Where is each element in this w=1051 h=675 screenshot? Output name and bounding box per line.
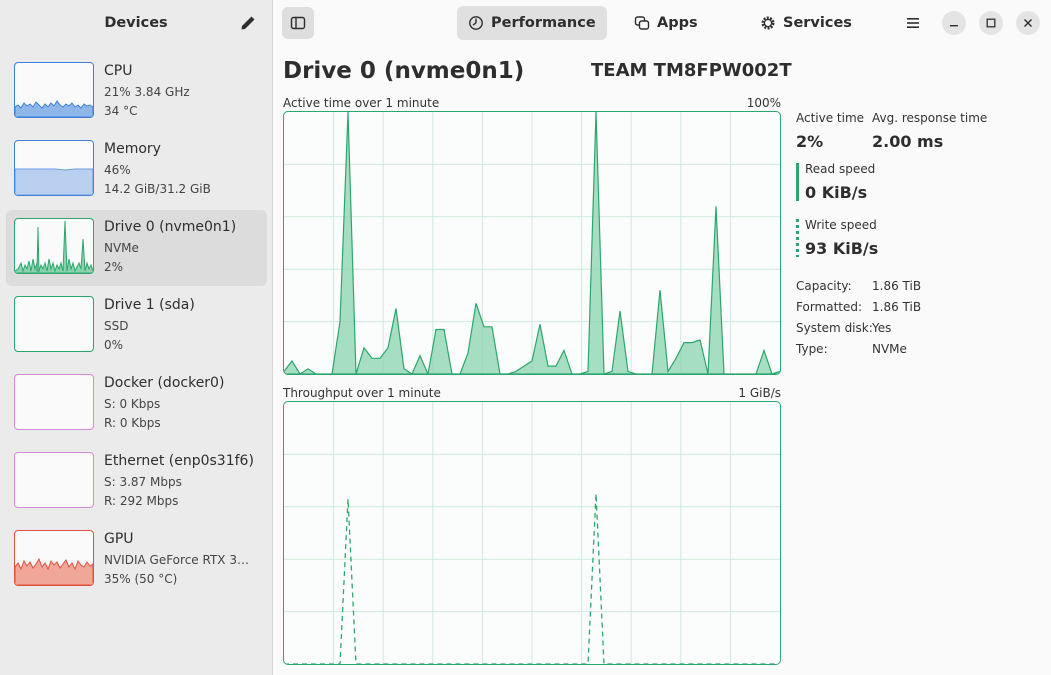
sidebar-item-drive-0[interactable]: Drive 0 (nvme0n1) NVMe 2% [6,210,267,286]
sidebar: Devices CPU 21% 3.84 GHz 34 °C Memory 46… [0,0,273,675]
tab-label: Performance [491,15,596,31]
active-time-label: Active time [796,111,865,125]
drive-0-thumbnail-graph [14,218,94,274]
device-detail: 0% [104,338,124,352]
device-name: Ethernet (enp0s31f6) [104,453,254,469]
device-detail: 2% [104,260,124,274]
throughput-graph-max: 1 GiB/s [738,386,781,400]
page-title: Drive 0 (nvme0n1) [283,58,525,84]
tab-apps[interactable]: Apps [623,6,709,40]
docker-thumbnail-graph [14,374,94,430]
response-time-label: Avg. response time [872,111,988,125]
tab-performance[interactable]: Performance [457,6,607,40]
type-value: NVMe [872,342,907,356]
write-speed-value: 93 KiB/s [805,239,879,258]
throughput-chart [284,402,780,664]
memory-thumbnail-graph [14,140,94,196]
sidebar-item-drive-1[interactable]: Drive 1 (sda) SSD 0% [6,288,267,364]
formatted-label: Formatted: [796,300,863,314]
close-icon [1024,19,1032,27]
write-speed-indicator [796,219,799,257]
device-detail: R: 0 Kbps [104,416,161,430]
gauge-icon [469,16,483,30]
active-time-chart [284,112,780,374]
gear-icon [761,16,775,30]
capacity-label: Capacity: [796,279,852,293]
type-label: Type: [796,342,828,356]
minimize-icon [950,25,958,27]
device-name: Drive 0 (nvme0n1) [104,219,237,235]
maximize-button[interactable] [979,11,1003,35]
formatted-value: 1.86 TiB [872,300,922,314]
sidebar-item-cpu[interactable]: CPU 21% 3.84 GHz 34 °C [6,54,267,130]
device-detail: S: 3.87 Mbps [104,475,182,489]
system-disk-label: System disk: [796,321,873,335]
drive-model: TEAM TM8FPW002T [591,60,792,81]
active-time-graph [283,111,781,375]
drive-1-thumbnail-graph [14,296,94,352]
active-time-value: 2% [796,132,824,151]
main-content: Drive 0 (nvme0n1) TEAM TM8FPW002T Active… [273,46,1051,675]
device-detail: SSD [104,319,129,333]
device-detail: NVMe [104,241,139,255]
close-button[interactable] [1016,11,1040,35]
device-detail: 46% [104,163,131,177]
chart-grid [284,112,780,374]
device-name: CPU [104,63,133,79]
device-name: Memory [104,141,161,157]
sidebar-item-docker[interactable]: Docker (docker0) S: 0 Kbps R: 0 Kbps [6,366,267,442]
device-detail: 21% 3.84 GHz [104,85,190,99]
throughput-graph [283,401,781,665]
ethernet-thumbnail-graph [14,452,94,508]
main-menu-button[interactable] [901,11,925,35]
sidebar-header: Devices [0,0,272,46]
maximize-icon [986,18,996,28]
gpu-thumbnail-graph [14,530,94,586]
active-graph-label: Active time over 1 minute [283,96,440,110]
sidebar-item-memory[interactable]: Memory 46% 14.2 GiB/31.2 GiB [6,132,267,208]
device-name: Docker (docker0) [104,375,225,391]
device-detail: 14.2 GiB/31.2 GiB [104,182,211,196]
pencil-icon [241,16,255,30]
device-detail: 35% (50 °C) [104,572,178,586]
sidebar-title: Devices [104,15,168,31]
read-speed-label: Read speed [805,162,876,176]
write-speed-label: Write speed [805,218,877,232]
cpu-thumbnail-graph [14,62,94,118]
sidebar-toggle-icon [290,16,306,30]
capacity-value: 1.86 TiB [872,279,922,293]
tab-label: Apps [657,15,698,31]
tab-label: Services [783,15,852,31]
apps-icon [634,16,650,30]
chart-grid [284,402,780,664]
header-bar: Performance Apps Services [273,0,1051,46]
read-speed-value: 0 KiB/s [805,183,868,202]
throughput-graph-label: Throughput over 1 minute [283,386,441,400]
device-detail: R: 292 Mbps [104,494,179,508]
edit-button[interactable] [236,11,260,35]
device-detail: 34 °C [104,104,138,118]
hamburger-icon [907,18,919,28]
sidebar-item-ethernet[interactable]: Ethernet (enp0s31f6) S: 3.87 Mbps R: 292… [6,444,267,520]
device-detail: NVIDIA GeForce RTX 30… [104,553,254,567]
device-name: Drive 1 (sda) [104,297,195,313]
sidebar-item-gpu[interactable]: GPU NVIDIA GeForce RTX 30… 35% (50 °C) [6,522,267,598]
tab-services[interactable]: Services [749,6,863,40]
system-disk-value: Yes [872,321,892,335]
read-speed-indicator [796,163,799,201]
minimize-button[interactable] [942,11,966,35]
response-time-value: 2.00 ms [872,132,944,151]
active-graph-max: 100% [746,96,781,110]
device-name: GPU [104,531,134,547]
device-detail: S: 0 Kbps [104,397,161,411]
sidebar-toggle-button[interactable] [282,7,314,39]
